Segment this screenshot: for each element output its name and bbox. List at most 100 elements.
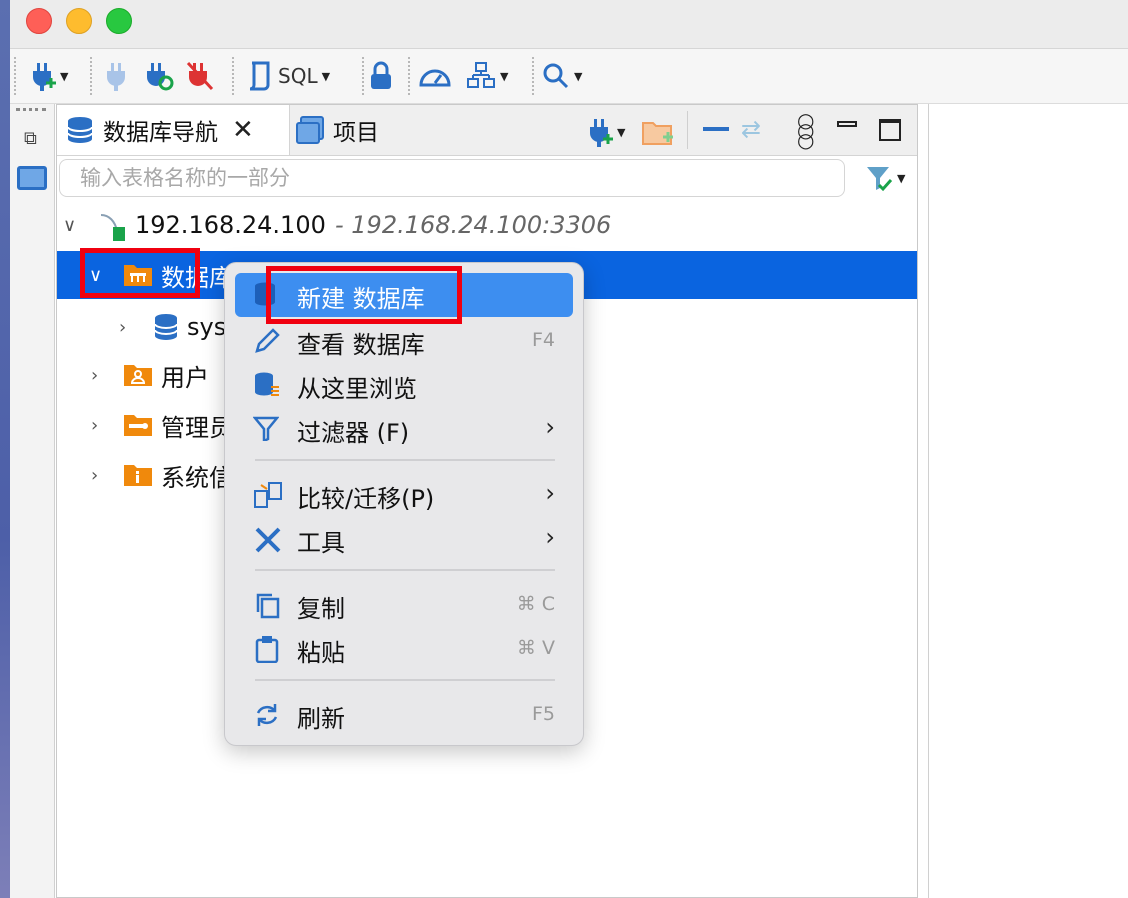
- database-browse-icon: [255, 372, 279, 396]
- tab-database-navigator[interactable]: 数据库导航 ✕: [57, 105, 290, 155]
- chevron-down-icon[interactable]: ▼: [574, 70, 582, 83]
- refresh-icon: [256, 704, 278, 726]
- lock-icon: [371, 61, 391, 89]
- restore-icon[interactable]: ⧉: [24, 128, 37, 149]
- tree-connection-row[interactable]: ∨ 192.168.24.100 - 192.168.24.100:3306: [57, 201, 917, 249]
- tab-label: 数据库导航: [103, 120, 218, 146]
- toolbar-grip: [14, 57, 17, 95]
- window-titlebar: [10, 0, 1128, 49]
- chevron-right-icon[interactable]: ›: [119, 317, 126, 338]
- chevron-right-icon[interactable]: ›: [91, 365, 98, 386]
- menu-item-paste[interactable]: 粘贴 ⌘ V: [235, 627, 573, 671]
- reconnect-button[interactable]: [144, 61, 174, 91]
- chevron-down-icon[interactable]: ▼: [60, 70, 68, 83]
- menu-item-label: 过滤器 (F): [297, 419, 410, 447]
- project-tree-button[interactable]: ▼: [466, 61, 508, 91]
- zoom-window-button[interactable]: [106, 8, 132, 34]
- chevron-right-icon[interactable]: ›: [91, 415, 98, 436]
- menu-item-shortcut: F5: [531, 703, 555, 725]
- toolbar-separator: [232, 57, 235, 95]
- connection-address: - 192.168.24.100:3306: [335, 211, 612, 239]
- chevron-down-icon[interactable]: ▼: [500, 70, 508, 83]
- collapse-all-icon[interactable]: [703, 127, 729, 131]
- new-connection-button[interactable]: ▼: [585, 117, 625, 147]
- folder-add-icon: [642, 122, 673, 145]
- filter-icon: [867, 167, 893, 192]
- sql-label: SQL: [278, 64, 318, 88]
- window-icon[interactable]: [17, 166, 47, 190]
- menu-item-view-database[interactable]: 查看 数据库 F4: [235, 319, 573, 363]
- tree-item-label: sys: [187, 313, 227, 341]
- minimize-window-button[interactable]: [66, 8, 92, 34]
- menu-item-tools[interactable]: 工具 ›: [235, 517, 573, 561]
- chevron-right-icon: ›: [545, 523, 555, 551]
- navigator-tabbar: 数据库导航 ✕ 项目 ▼ ⇄ ○ ○ ○: [57, 105, 917, 156]
- connect-button[interactable]: [104, 61, 128, 91]
- chevron-down-icon[interactable]: ▼: [897, 172, 905, 185]
- toolbar-separator: [408, 57, 411, 95]
- menu-item-shortcut: ⌘ V: [516, 637, 555, 659]
- database-icon: [67, 117, 93, 143]
- project-icon: [296, 116, 324, 144]
- close-window-button[interactable]: [26, 8, 52, 34]
- chevron-right-icon: ›: [545, 479, 555, 507]
- plug-refresh-icon: [147, 63, 174, 91]
- menu-item-shortcut: F4: [531, 329, 555, 351]
- context-menu: 新建 数据库 查看 数据库 F4 从这里浏览 过滤器 (F) › 比较/迁移(P…: [224, 262, 584, 746]
- admin-folder-icon: [124, 415, 152, 436]
- editor-area: [928, 104, 1128, 898]
- menu-item-label: 查看 数据库: [297, 331, 425, 359]
- tree-item-label: 用户: [161, 363, 209, 392]
- table-filter-input[interactable]: [78, 160, 782, 196]
- database-icon: [154, 314, 178, 340]
- search-icon: [543, 63, 569, 89]
- filter-icon: [253, 416, 279, 441]
- close-tab-icon[interactable]: ✕: [232, 115, 254, 145]
- transaction-lock-button[interactable]: [368, 61, 394, 91]
- connection-name: 192.168.24.100: [135, 211, 326, 239]
- plug-add-icon: [33, 63, 56, 91]
- left-trim-bar: ⧉: [10, 104, 55, 898]
- more-options-icon[interactable]: ○ ○ ○: [797, 110, 814, 150]
- annotation-highlight-box: [80, 248, 200, 298]
- copy-icon: [256, 593, 280, 619]
- menu-item-copy[interactable]: 复制 ⌘ C: [235, 583, 573, 627]
- chevron-down-icon[interactable]: ▼: [322, 70, 330, 83]
- trim-grip: [16, 108, 46, 111]
- menu-separator: [255, 459, 555, 461]
- menu-item-shortcut: ⌘ C: [516, 593, 555, 615]
- filter-config-button[interactable]: ▼: [865, 163, 905, 193]
- menu-item-label: 工具: [297, 529, 345, 557]
- table-filter-input-box[interactable]: [59, 159, 845, 197]
- search-button[interactable]: ▼: [542, 61, 582, 91]
- maximize-view-icon[interactable]: [879, 119, 901, 141]
- main-toolbar: ▼ SQL ▼ ▼ ▼: [10, 49, 1128, 104]
- disconnect-button[interactable]: [186, 61, 214, 91]
- menu-item-filter[interactable]: 过滤器 (F) ›: [235, 407, 573, 451]
- dashboard-button[interactable]: [418, 61, 452, 91]
- info-folder-icon: [124, 465, 152, 486]
- minimize-view-icon[interactable]: [837, 121, 857, 127]
- menu-item-refresh[interactable]: 刷新 F5: [235, 693, 573, 737]
- users-folder-icon: [124, 365, 152, 386]
- chevron-down-icon[interactable]: ∨: [63, 215, 76, 236]
- desktop-background: [0, 0, 10, 898]
- chevron-down-icon[interactable]: ▼: [617, 126, 625, 139]
- new-folder-button[interactable]: [641, 117, 675, 151]
- menu-separator: [255, 679, 555, 681]
- pencil-icon: [255, 328, 280, 353]
- plug-icon: [107, 63, 125, 91]
- sql-editor-button[interactable]: SQL ▼: [246, 61, 330, 91]
- compare-icon: [254, 482, 282, 508]
- tab-label: 项目: [333, 120, 379, 146]
- link-editor-icon[interactable]: ⇄: [741, 115, 761, 143]
- menu-item-label: 比较/迁移(P): [297, 485, 435, 513]
- menu-item-compare-migrate[interactable]: 比较/迁移(P) ›: [235, 473, 573, 517]
- toolbar-separator: [90, 57, 93, 95]
- tab-projects[interactable]: 项目: [295, 105, 379, 155]
- new-connection-button[interactable]: ▼: [28, 61, 68, 91]
- menu-item-label: 从这里浏览: [297, 375, 417, 403]
- menu-item-label: 复制: [297, 595, 345, 623]
- chevron-right-icon[interactable]: ›: [91, 465, 98, 486]
- menu-item-browse-from-here[interactable]: 从这里浏览: [235, 363, 573, 407]
